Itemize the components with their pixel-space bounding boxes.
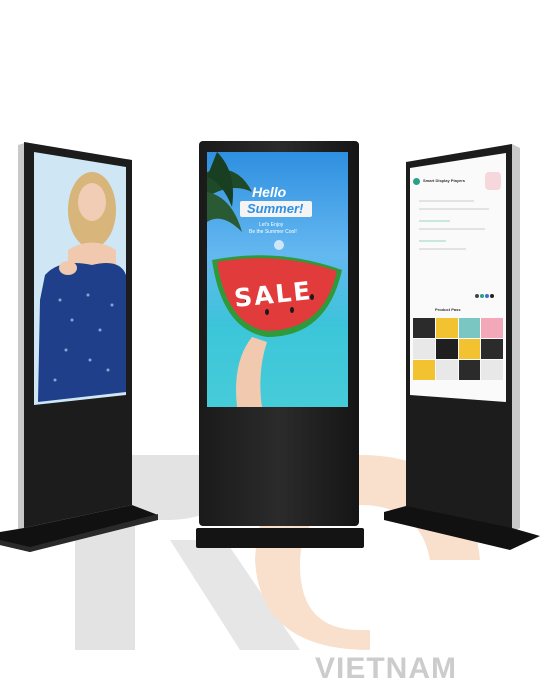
content-lines xyxy=(419,200,497,256)
watermark-text: VIETNAM xyxy=(315,652,457,685)
right-kiosk-screen: Smart Display Players Product Pass xyxy=(413,172,503,392)
header-logo-icon xyxy=(413,178,420,185)
hello-text: Hello xyxy=(252,184,287,200)
subtitle-line-1: Let's Enjoy xyxy=(259,222,284,228)
header-title: Smart Display Players xyxy=(423,178,466,183)
header-illustration-icon xyxy=(485,172,501,190)
product-grid xyxy=(413,318,503,380)
center-kiosk: Hello Summer! Let's Enjoy Be the Summer … xyxy=(196,141,364,549)
subtitle-line-2: Be the Summer Cool! xyxy=(249,229,297,235)
center-kiosk-base xyxy=(196,528,364,548)
left-kiosk-illustration xyxy=(0,142,158,552)
summer-text: Summer! xyxy=(247,201,304,216)
color-dots xyxy=(475,285,494,303)
product-section-title: Product Pass xyxy=(435,307,461,312)
right-kiosk: Smart Display Players Product Pass xyxy=(380,140,540,552)
center-kiosk-screen: Hello Summer! Let's Enjoy Be the Summer … xyxy=(207,152,348,407)
left-kiosk xyxy=(0,0,170,560)
